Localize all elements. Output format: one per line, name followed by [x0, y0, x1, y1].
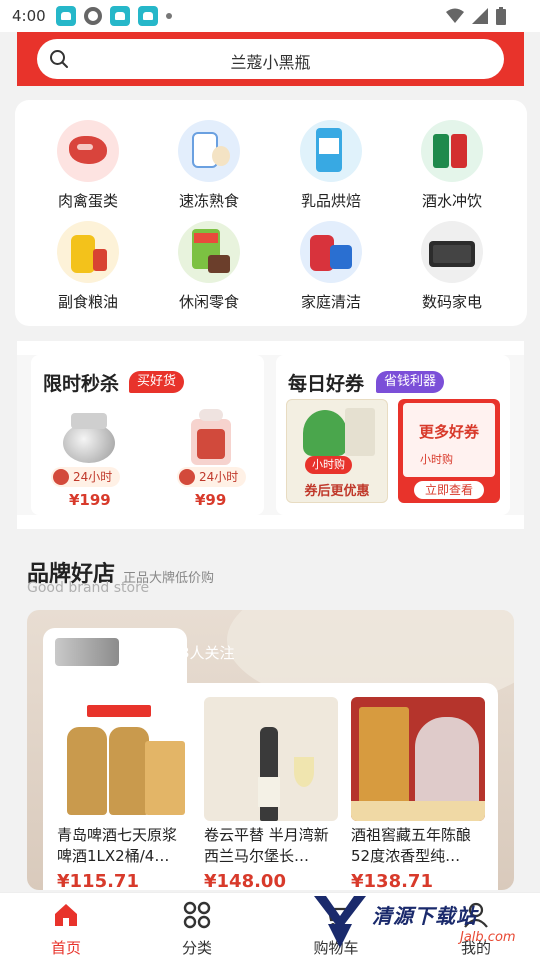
search-input[interactable]: 兰蔻小黑瓶: [37, 39, 504, 79]
promo-section: 限时秒杀 买好货 24小时 ¥199 24小时 ¥99 每日好券 省钱利器 小时…: [17, 341, 524, 529]
watermark-site: Jalb.com: [460, 930, 516, 945]
store-followers: 3人关注: [180, 644, 235, 662]
wifi-icon: [446, 8, 464, 23]
meat-icon: [57, 120, 119, 182]
status-time: 4:00: [12, 7, 46, 25]
product-price: ¥115.71: [57, 871, 139, 890]
category-grid: 肉禽蛋类 速冻熟食 乳品烘焙 酒水冲饮 副食粮油 休闲零食 家庭清洁 数码家电: [15, 100, 527, 326]
category-label: 酒水冲饮: [421, 192, 482, 210]
coupon-right-box[interactable]: 更多好券 小时购 立即查看: [398, 399, 500, 503]
category-electronics[interactable]: 数码家电: [402, 221, 502, 312]
category-meat[interactable]: 肉禽蛋类: [38, 120, 138, 211]
notification-icons: [55, 6, 172, 26]
nav-home[interactable]: 首页: [26, 901, 106, 958]
grid-icon: [183, 901, 211, 929]
flash-item-2-image: [187, 409, 235, 465]
daily-coupon-title: 每日好券: [288, 373, 365, 395]
nav-label: 分类: [181, 939, 212, 957]
vegetable-image: [303, 410, 347, 456]
app-notification-icon: [55, 6, 76, 26]
coupon-right-badge: 小时购: [420, 453, 453, 466]
category-dairy[interactable]: 乳品烘焙: [281, 120, 381, 211]
coupon-right-title: 更多好券: [418, 423, 479, 441]
settings-icon: [83, 7, 102, 25]
more-notifications-icon: [165, 13, 172, 19]
watermark: 清源下载站 Jalb.com: [310, 888, 540, 960]
category-label: 家庭清洁: [300, 293, 361, 311]
flash-sale-tag: 买好货: [129, 371, 185, 393]
signal-icon: [472, 8, 488, 24]
daily-coupon-tag: 省钱利器: [376, 371, 445, 393]
product-card[interactable]: 青岛啤酒七天原浆啤酒1LX2桶/4… ¥115.71: [57, 697, 191, 890]
product-name: 卷云平替 半月湾新西兰马尔堡长…: [204, 826, 329, 865]
category-label: 副食粮油: [57, 293, 118, 311]
flash-item-2-badge: 24小时: [177, 467, 247, 487]
app-notification-icon: [137, 6, 158, 26]
search-header: 兰蔻小黑瓶: [17, 32, 524, 86]
watermark-text: 清源下载站: [372, 904, 477, 928]
battery-icon: [496, 7, 506, 25]
electronics-icon: [421, 221, 483, 283]
category-label: 乳品烘焙: [300, 192, 361, 210]
snacks-icon: [178, 221, 240, 283]
category-frozen[interactable]: 速冻熟食: [159, 120, 259, 211]
flash-item-1-image: [63, 413, 115, 463]
product-name: 青岛啤酒七天原浆啤酒1LX2桶/4…: [57, 826, 178, 865]
product-card[interactable]: 卷云平替 半月湾新西兰马尔堡长… ¥148.00: [204, 697, 338, 890]
daily-coupon-card[interactable]: 每日好券 省钱利器 小时购 券后更优惠 更多好券 小时购 立即查看: [276, 355, 510, 515]
flash-sale-title: 限时秒杀: [43, 373, 120, 395]
flash-item-2-price: ¥99: [195, 491, 227, 509]
product-image: [204, 697, 338, 821]
flash-sale-card[interactable]: 限时秒杀 买好货 24小时 ¥199 24小时 ¥99: [31, 355, 264, 515]
category-label: 休闲零食: [178, 293, 239, 311]
system-icons: [446, 7, 506, 25]
category-cleaning[interactable]: 家庭清洁: [281, 221, 381, 312]
store-panel: 3人关注 青岛啤酒七天原浆啤酒1LX2桶/4… ¥115.71 卷云平替 半月湾…: [27, 610, 514, 890]
category-label: 数码家电: [421, 293, 482, 311]
coupon-left-box[interactable]: 小时购 券后更优惠: [286, 399, 388, 503]
search-placeholder: 兰蔻小黑瓶: [230, 53, 311, 72]
category-snacks[interactable]: 休闲零食: [159, 221, 259, 312]
flash-item-1-badge: 24小时: [51, 467, 121, 487]
status-bar: 4:00: [0, 0, 540, 32]
frozen-food-icon: [178, 120, 240, 182]
rice-bag-image: [345, 408, 375, 456]
oil-icon: [57, 221, 119, 283]
product-image: [57, 697, 191, 821]
brand-english-title: Good brand store: [27, 580, 150, 596]
app-notification-icon: [109, 6, 130, 26]
home-icon: [55, 904, 77, 926]
category-label: 速冻熟食: [178, 192, 239, 210]
watermark-logo-icon: [314, 896, 366, 948]
coupon-left-badge: 小时购: [305, 456, 352, 474]
nav-label: 首页: [50, 939, 81, 957]
drinks-icon: [421, 120, 483, 182]
store-logo: [55, 638, 119, 666]
category-label: 肉禽蛋类: [57, 192, 118, 210]
store-products: 青岛啤酒七天原浆啤酒1LX2桶/4… ¥115.71 卷云平替 半月湾新西兰马尔…: [43, 683, 498, 890]
coupon-left-cta: 券后更优惠: [304, 484, 370, 499]
cleaning-icon: [300, 221, 362, 283]
nav-categories[interactable]: 分类: [157, 901, 237, 958]
flash-item-1-price: ¥199: [69, 491, 111, 509]
coupon-right-cta: 立即查看: [414, 481, 484, 499]
product-image: [351, 697, 485, 821]
product-card[interactable]: 酒祖窖藏五年陈酿52度浓香型纯… ¥138.71: [351, 697, 485, 890]
category-drinks[interactable]: 酒水冲饮: [402, 120, 502, 211]
category-oil[interactable]: 副食粮油: [38, 221, 138, 312]
product-name: 酒祖窖藏五年陈酿52度浓香型纯…: [351, 826, 472, 865]
dairy-icon: [300, 120, 362, 182]
